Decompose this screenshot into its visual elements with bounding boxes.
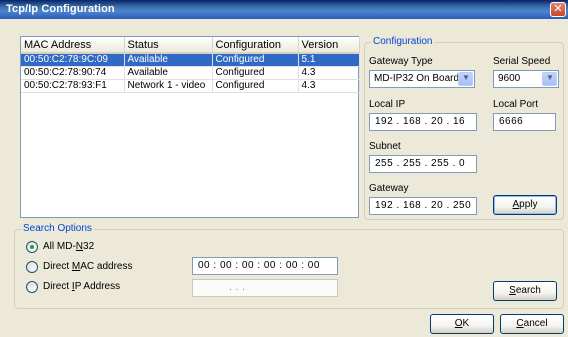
window-title: Tcp/Ip Configuration: [6, 3, 115, 15]
cell-status: Available: [124, 66, 213, 80]
cell-version: 4.3: [298, 66, 360, 80]
gateway-type-select[interactable]: MD-IP32 On Board ▼: [369, 70, 475, 88]
radio-unselected-icon: [26, 261, 38, 273]
cancel-button[interactable]: Cancel: [500, 314, 564, 334]
local-port-label: Local Port: [493, 99, 539, 110]
direct-mac-value: 00 : 00 : 00 : 00 : 00 : 00: [198, 260, 320, 271]
direct-ip-value: . . .: [229, 282, 246, 293]
cell-status: Available: [124, 53, 213, 67]
tcpip-configuration-dialog: Tcp/Ip Configuration ✕ MAC Address Statu…: [0, 0, 568, 337]
column-header-configuration[interactable]: Configuration: [212, 37, 299, 54]
cell-version: 4.3: [298, 79, 360, 93]
subnet-value: 255 . 255 . 255 . 0: [375, 158, 466, 169]
title-bar[interactable]: Tcp/Ip Configuration ✕: [0, 0, 568, 19]
serial-speed-value: 9600: [498, 73, 521, 84]
column-header-version[interactable]: Version: [298, 37, 360, 54]
radio-all-md-n32[interactable]: All MD-N32: [26, 240, 146, 254]
radio-all-md-n32-label: All MD-N32: [43, 241, 95, 252]
radio-direct-mac-address-label: Direct MAC address: [43, 261, 133, 272]
local-port-value: 6666: [499, 116, 524, 127]
cell-configuration: Configured: [212, 53, 299, 67]
local-port-field[interactable]: 6666: [493, 113, 556, 131]
gateway-field[interactable]: 192 . 168 . 20 . 250: [369, 197, 477, 215]
apply-button[interactable]: Apply: [493, 195, 557, 215]
device-list[interactable]: MAC Address Status Configuration Version…: [20, 36, 360, 218]
cell-configuration: Configured: [212, 66, 299, 80]
direct-mac-field[interactable]: 00 : 00 : 00 : 00 : 00 : 00: [192, 257, 338, 275]
configuration-group-title: Configuration: [371, 36, 435, 47]
close-icon: ✕: [553, 2, 563, 15]
cell-mac-address: 00:50:C2:78:90:74: [21, 66, 125, 80]
gateway-type-value: MD-IP32 On Board: [374, 73, 460, 84]
cell-status: Network 1 - video: [124, 79, 213, 93]
cell-configuration: Configured: [212, 79, 299, 93]
column-header-status[interactable]: Status: [124, 37, 213, 54]
cell-version: 5.1: [298, 53, 360, 67]
device-table: MAC Address Status Configuration Version…: [21, 37, 360, 93]
column-header-mac-address[interactable]: MAC Address: [21, 37, 125, 54]
search-button[interactable]: Search: [493, 281, 557, 301]
chevron-down-icon[interactable]: ▼: [542, 72, 557, 86]
subnet-field[interactable]: 255 . 255 . 255 . 0: [369, 155, 477, 173]
serial-speed-label: Serial Speed: [493, 56, 551, 67]
cell-mac-address: 00:50:C2:78:9C:09: [21, 53, 125, 67]
close-button[interactable]: ✕: [550, 2, 566, 17]
radio-direct-ip-address[interactable]: Direct IP Address: [26, 280, 166, 294]
local-ip-value: 192 . 168 . 20 . 16: [375, 116, 466, 127]
table-header-row: MAC Address Status Configuration Version: [21, 37, 360, 54]
local-ip-field[interactable]: 192 . 168 . 20 . 16: [369, 113, 477, 131]
chevron-down-icon[interactable]: ▼: [458, 72, 473, 86]
radio-selected-icon: [26, 241, 38, 253]
gateway-type-label: Gateway Type: [369, 56, 433, 67]
local-ip-label: Local IP: [369, 99, 406, 110]
cell-mac-address: 00:50:C2:78:93:F1: [21, 79, 125, 93]
direct-ip-field[interactable]: . . .: [192, 279, 338, 297]
search-options-group-title: Search Options: [21, 223, 94, 234]
radio-unselected-icon: [26, 281, 38, 293]
table-row[interactable]: 00:50:C2:78:93:F1 Network 1 - video Conf…: [21, 79, 360, 93]
ok-button[interactable]: OK: [430, 314, 494, 334]
serial-speed-select[interactable]: 9600 ▼: [493, 70, 559, 88]
gateway-value: 192 . 168 . 20 . 250: [375, 200, 472, 211]
table-row[interactable]: 00:50:C2:78:90:74 Available Configured 4…: [21, 66, 360, 80]
subnet-label: Subnet: [369, 141, 401, 152]
radio-direct-mac-address[interactable]: Direct MAC address: [26, 260, 166, 274]
radio-direct-ip-address-label: Direct IP Address: [43, 281, 121, 292]
gateway-label: Gateway: [369, 183, 409, 194]
table-row[interactable]: 00:50:C2:78:9C:09 Available Configured 5…: [21, 53, 360, 67]
